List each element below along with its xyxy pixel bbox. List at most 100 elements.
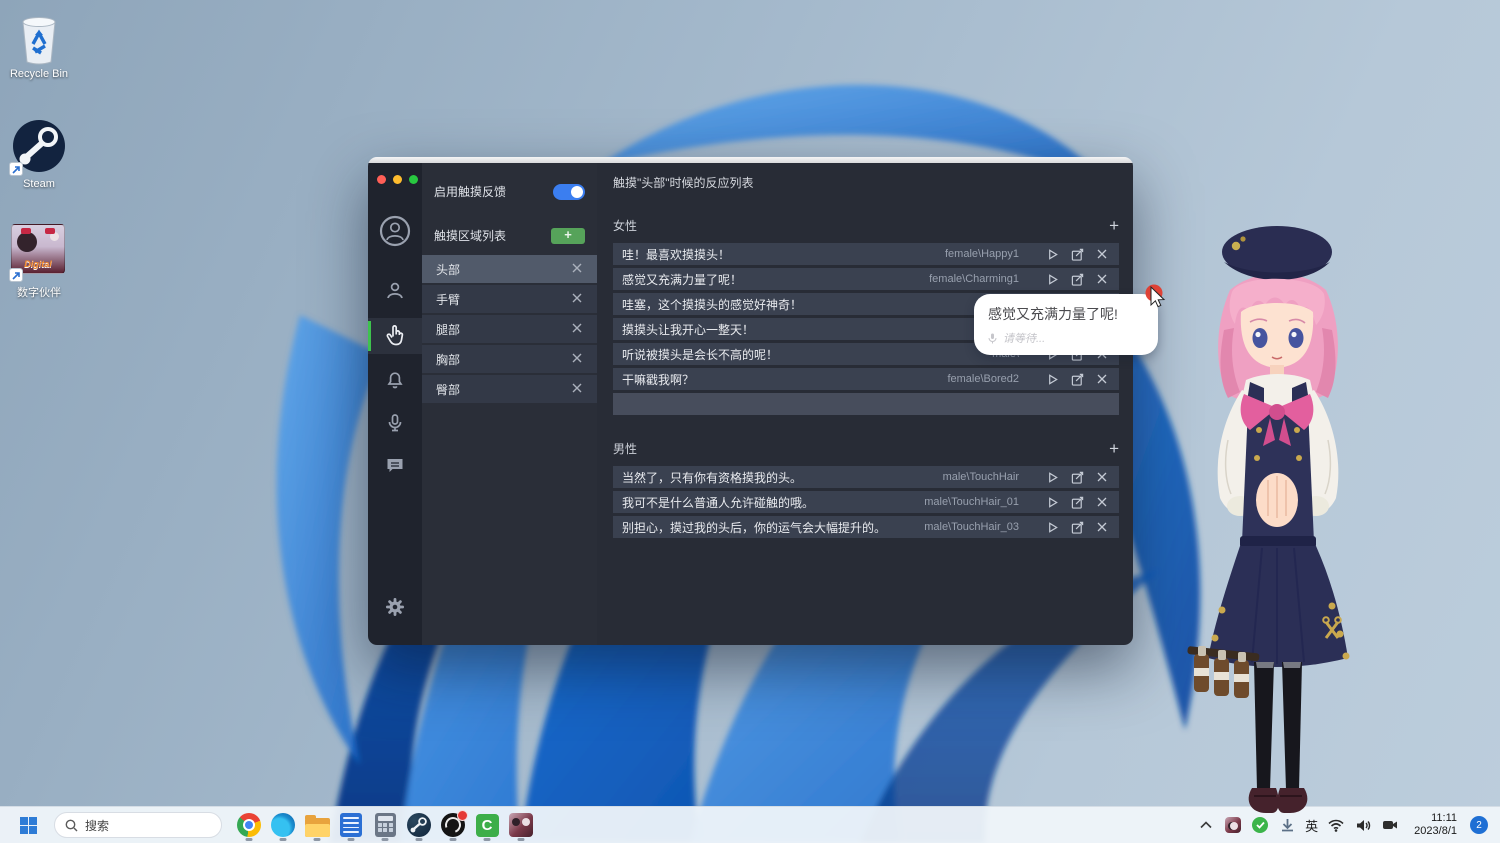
delete-button[interactable] — [1094, 494, 1110, 510]
reaction-list-panel: 触摸"头部"时候的反应列表 女性 + 哇！最喜欢摸摸头！ female\Happy… — [597, 163, 1133, 645]
touch-feedback-window: 启用触摸反馈 触摸区域列表 + 头部 手臂 腿部 胸部 臀部 触摸"头部"时候的… — [368, 157, 1133, 645]
enable-touch-label: 启用触摸反馈 — [434, 185, 507, 199]
play-button[interactable] — [1044, 271, 1060, 287]
sidebar-item-touch[interactable] — [368, 318, 422, 354]
speech-text: 感觉又充满力量了呢! — [988, 306, 1118, 322]
group-name: 男性 — [613, 442, 638, 456]
reaction-text: 听说被摸头是会长不高的呢！ — [622, 347, 779, 362]
clock-time: 11:11 — [1431, 812, 1457, 824]
taskbar-app-digital-mate[interactable] — [504, 808, 538, 842]
delete-area-icon[interactable] — [571, 382, 583, 396]
sidebar-item-profile[interactable] — [368, 209, 422, 253]
reaction-row[interactable]: 干嘛戳我啊？ female\Bored2 — [613, 368, 1119, 390]
delete-area-icon[interactable] — [571, 292, 583, 306]
sidebar-rail — [368, 163, 422, 645]
play-button[interactable] — [1044, 519, 1060, 535]
taskbar-app-clash[interactable]: C — [470, 808, 504, 842]
reaction-audio-file: female\Bored2 — [947, 373, 1019, 385]
folder-icon — [304, 814, 330, 837]
taskbar-app-notes[interactable] — [334, 808, 368, 842]
reaction-audio-file: female\Charming1 — [929, 273, 1019, 285]
area-item-chest[interactable]: 胸部 — [422, 345, 597, 373]
edit-button[interactable] — [1069, 271, 1085, 287]
taskbar-app-chrome[interactable] — [232, 808, 266, 842]
add-reaction-button[interactable]: + — [1109, 440, 1119, 457]
clash-icon: C — [475, 813, 499, 837]
reaction-text: 当然了，只有你有资格摸我的头。 — [622, 470, 803, 485]
reaction-row[interactable]: 哇！最喜欢摸摸头！ female\Happy1 — [613, 243, 1119, 265]
microphone-icon — [388, 414, 402, 432]
search-icon — [65, 819, 78, 831]
reaction-audio-file: female\Happy1 — [945, 248, 1019, 260]
delete-button[interactable] — [1094, 246, 1110, 262]
add-area-button[interactable]: + — [551, 227, 585, 244]
reaction-row[interactable]: 感觉又充满力量了呢！ female\Charming1 — [613, 268, 1119, 290]
desktop-icon-digital-mate[interactable]: Digital 数字伙伴 — [0, 224, 78, 300]
sidebar-item-character[interactable] — [368, 273, 422, 309]
desktop-icon-recycle-bin[interactable]: Recycle Bin — [0, 8, 78, 80]
bell-icon — [387, 372, 403, 389]
digital-mate-taskbar-icon — [509, 813, 533, 837]
notification-count-badge[interactable]: 2 — [1470, 816, 1488, 834]
reaction-text: 我可不是什么普通人允许碰触的哦。 — [622, 495, 815, 510]
delete-button[interactable] — [1094, 469, 1110, 485]
gear-icon — [386, 598, 404, 616]
panel-title: 触摸"头部"时候的反应列表 — [613, 176, 754, 190]
delete-button[interactable] — [1094, 371, 1110, 387]
edit-button[interactable] — [1069, 519, 1085, 535]
pending-voice-icon — [988, 333, 997, 343]
play-button[interactable] — [1044, 469, 1060, 485]
taskbar-app-edge[interactable] — [266, 808, 300, 842]
taskbar-app-steam[interactable] — [402, 808, 436, 842]
delete-area-icon[interactable] — [571, 262, 583, 276]
reaction-row[interactable]: 别担心，摸过我的头后，你的运气会大幅提升的。 male\TouchHair_03 — [613, 516, 1119, 538]
taskbar-search[interactable]: 搜索 — [54, 812, 222, 838]
taskbar-app-file-explorer[interactable] — [300, 808, 334, 842]
person-icon — [387, 282, 403, 299]
edit-button[interactable] — [1069, 494, 1085, 510]
maximize-window-button[interactable] — [409, 175, 418, 184]
desktop-icon-steam[interactable]: Steam — [0, 118, 78, 190]
reaction-row[interactable]: 我可不是什么普通人允许碰触的哦。 male\TouchHair_01 — [613, 491, 1119, 513]
taskbar-app-calculator[interactable] — [368, 808, 402, 842]
edit-button[interactable] — [1069, 246, 1085, 262]
taskbar-clock[interactable]: 11:11 2023/8/1 — [1414, 812, 1457, 838]
touch-feedback-toggle[interactable] — [553, 183, 585, 200]
play-button[interactable] — [1044, 494, 1060, 510]
area-item-arm[interactable]: 手臂 — [422, 285, 597, 313]
start-button[interactable] — [10, 810, 46, 840]
reaction-audio-file: male\TouchHair_01 — [924, 496, 1019, 508]
tray-recorder-icon[interactable] — [1381, 816, 1399, 834]
reaction-audio-file: male\TouchHair — [942, 471, 1019, 483]
area-item-leg[interactable]: 腿部 — [422, 315, 597, 343]
reaction-row[interactable]: 当然了，只有你有资格摸我的头。 male\TouchHair — [613, 466, 1119, 488]
notification-badge — [457, 810, 468, 821]
edit-button[interactable] — [1069, 469, 1085, 485]
steam-taskbar-icon — [407, 813, 431, 837]
sidebar-item-voice[interactable] — [368, 405, 422, 441]
minimize-window-button[interactable] — [393, 175, 402, 184]
reaction-text: 别担心，摸过我的头后，你的运气会大幅提升的。 — [622, 520, 887, 535]
sidebar-item-notifications[interactable] — [368, 361, 422, 397]
sidebar-item-dialogue[interactable] — [368, 447, 422, 483]
delete-area-icon[interactable] — [571, 322, 583, 336]
pet-speech-bubble: 感觉又充满力量了呢! 请等待... — [974, 294, 1158, 355]
sidebar-item-settings[interactable] — [368, 589, 422, 625]
close-window-button[interactable] — [377, 175, 386, 184]
taskbar-app-obs[interactable] — [436, 808, 470, 842]
anime-pet-character[interactable] — [1180, 210, 1375, 820]
add-reaction-button[interactable]: + — [1109, 217, 1119, 234]
edit-button[interactable] — [1069, 371, 1085, 387]
delete-button[interactable] — [1094, 519, 1110, 535]
play-button[interactable] — [1044, 371, 1060, 387]
area-item-head[interactable]: 头部 — [422, 255, 597, 283]
area-list-label: 触摸区域列表 — [434, 229, 507, 243]
reaction-text: 摸摸头让我开心一整天！ — [622, 322, 755, 337]
area-item-hip[interactable]: 臀部 — [422, 375, 597, 403]
delete-button[interactable] — [1094, 271, 1110, 287]
play-button[interactable] — [1044, 246, 1060, 262]
group-name: 女性 — [613, 219, 638, 233]
avatar-icon — [379, 215, 411, 247]
delete-area-icon[interactable] — [571, 352, 583, 366]
reaction-text: 干嘛戳我啊？ — [622, 372, 695, 387]
